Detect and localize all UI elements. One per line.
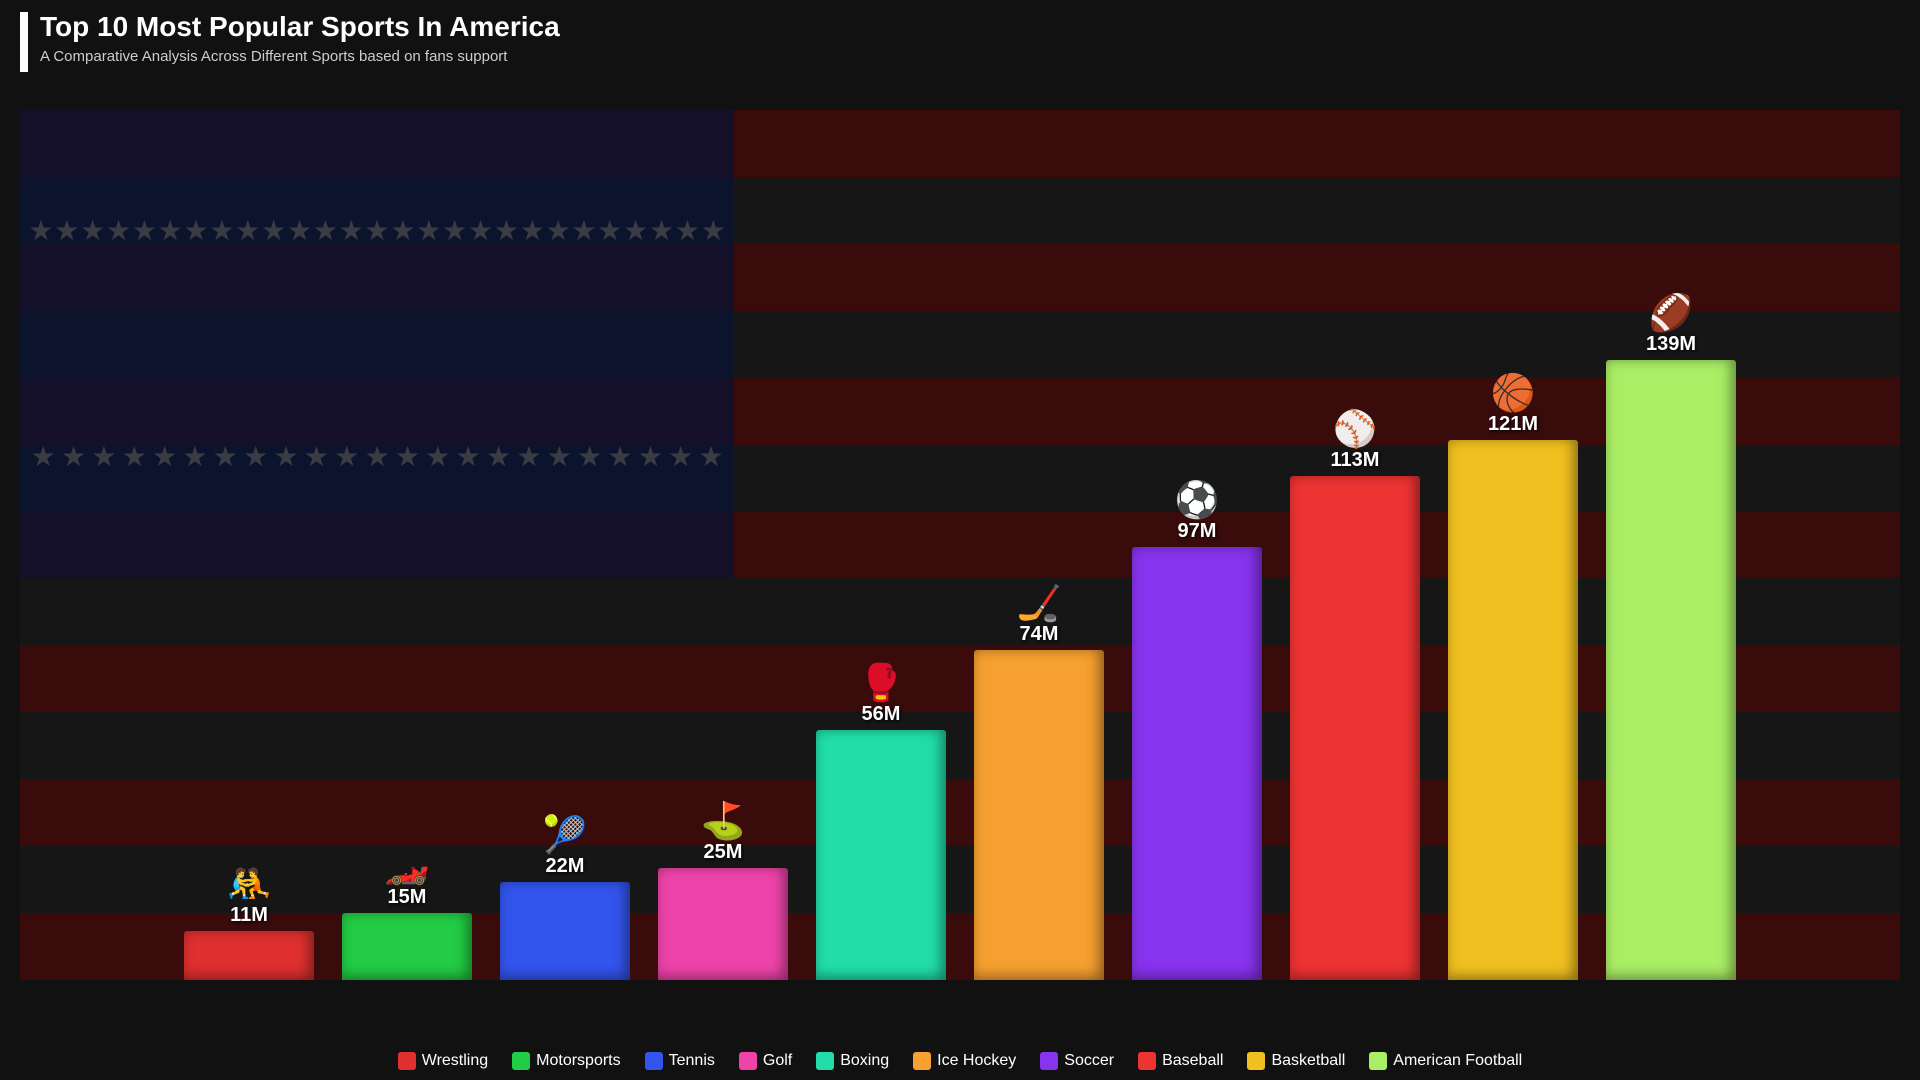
chart-subtitle: A Comparative Analysis Across Different … xyxy=(40,48,560,65)
bar-icon-tennis: 🎾 xyxy=(543,817,588,853)
bar-wrestling xyxy=(184,931,314,980)
bar-label-icehockey: 🏒74M xyxy=(1017,585,1062,646)
bar-value-wrestling: 11M xyxy=(230,904,268,927)
bar-value-motorsports: 15M xyxy=(388,886,427,909)
bar-motorsports xyxy=(342,913,472,980)
legend-color-motorsports xyxy=(512,1052,530,1070)
legend-label-icehockey: Ice Hockey xyxy=(937,1052,1016,1070)
bar-label-baseball: ⚾113M xyxy=(1331,411,1380,472)
bar-group-wrestling: 🤼11M xyxy=(184,931,314,980)
bar-value-golf: 25M xyxy=(704,841,743,864)
legend-item-golf: Golf xyxy=(739,1052,792,1070)
legend-label-americanfootball: American Football xyxy=(1393,1052,1522,1070)
bar-value-boxing: 56M xyxy=(862,703,901,726)
bar-value-tennis: 22M xyxy=(546,855,585,878)
bar-value-basketball: 121M xyxy=(1488,413,1538,436)
bar-group-tennis: 🎾22M xyxy=(500,882,630,980)
bar-label-motorsports: 🏎️15M xyxy=(385,848,430,909)
bar-group-basketball: 🏀121M xyxy=(1448,440,1578,980)
bar-icon-basketball: 🏀 xyxy=(1491,375,1536,411)
legend-label-baseball: Baseball xyxy=(1162,1052,1223,1070)
bars-container: 🤼11M🏎️15M🎾22M⛳25M🥊56M🏒74M⚽97M⚾113M🏀121M🏈… xyxy=(20,110,1900,980)
bar-value-soccer: 97M xyxy=(1178,520,1217,543)
bar-icon-icehockey: 🏒 xyxy=(1017,585,1062,621)
bar-label-soccer: ⚽97M xyxy=(1175,482,1220,543)
header-accent-bar xyxy=(20,12,28,72)
bar-group-soccer: ⚽97M xyxy=(1132,547,1262,980)
legend-label-boxing: Boxing xyxy=(840,1052,889,1070)
bar-label-tennis: 🎾22M xyxy=(543,817,588,878)
bar-icon-soccer: ⚽ xyxy=(1175,482,1220,518)
bar-boxing xyxy=(816,730,946,980)
chart-area: ★★★★★★★★★★★★★★★★★★★★★★★★★★★★★★★★★★★★★★★★… xyxy=(20,110,1900,980)
bar-group-motorsports: 🏎️15M xyxy=(342,913,472,980)
bar-group-icehockey: 🏒74M xyxy=(974,650,1104,980)
legend-item-boxing: Boxing xyxy=(816,1052,889,1070)
legend-color-basketball xyxy=(1247,1052,1265,1070)
bar-group-americanfootball: 🏈139M xyxy=(1606,360,1736,980)
bar-icon-americanfootball: 🏈 xyxy=(1649,295,1694,331)
bar-baseball xyxy=(1290,476,1420,980)
legend-color-tennis xyxy=(645,1052,663,1070)
bar-group-boxing: 🥊56M xyxy=(816,730,946,980)
bar-icon-wrestling: 🤼 xyxy=(227,866,272,902)
legend: Wrestling Motorsports Tennis Golf Boxing Ice … xyxy=(0,1052,1920,1070)
legend-color-golf xyxy=(739,1052,757,1070)
legend-item-americanfootball: American Football xyxy=(1369,1052,1522,1070)
legend-color-icehockey xyxy=(913,1052,931,1070)
bar-icehockey xyxy=(974,650,1104,980)
bar-label-golf: ⛳25M xyxy=(701,803,746,864)
bar-golf xyxy=(658,868,788,980)
legend-label-basketball: Basketball xyxy=(1271,1052,1345,1070)
chart-title: Top 10 Most Popular Sports In America xyxy=(40,10,560,44)
legend-color-wrestling xyxy=(398,1052,416,1070)
legend-color-americanfootball xyxy=(1369,1052,1387,1070)
legend-item-basketball: Basketball xyxy=(1247,1052,1345,1070)
header-text: Top 10 Most Popular Sports In America A … xyxy=(40,10,560,65)
bar-value-americanfootball: 139M xyxy=(1646,333,1696,356)
bar-label-basketball: 🏀121M xyxy=(1488,375,1538,436)
bar-tennis xyxy=(500,882,630,980)
bar-americanfootball xyxy=(1606,360,1736,980)
header: Top 10 Most Popular Sports In America A … xyxy=(20,10,560,72)
legend-label-motorsports: Motorsports xyxy=(536,1052,620,1070)
bar-label-wrestling: 🤼11M xyxy=(227,866,272,927)
bar-basketball xyxy=(1448,440,1578,980)
bar-soccer xyxy=(1132,547,1262,980)
legend-label-golf: Golf xyxy=(763,1052,792,1070)
bar-label-americanfootball: 🏈139M xyxy=(1646,295,1696,356)
bar-group-baseball: ⚾113M xyxy=(1290,476,1420,980)
bar-label-boxing: 🥊56M xyxy=(859,665,904,726)
bar-icon-baseball: ⚾ xyxy=(1333,411,1378,447)
legend-item-soccer: Soccer xyxy=(1040,1052,1114,1070)
legend-label-tennis: Tennis xyxy=(669,1052,715,1070)
bar-icon-boxing: 🥊 xyxy=(859,665,904,701)
legend-item-icehockey: Ice Hockey xyxy=(913,1052,1016,1070)
legend-item-tennis: Tennis xyxy=(645,1052,715,1070)
legend-label-soccer: Soccer xyxy=(1064,1052,1114,1070)
bar-icon-motorsports: 🏎️ xyxy=(385,848,430,884)
legend-label-wrestling: Wrestling xyxy=(422,1052,488,1070)
legend-color-boxing xyxy=(816,1052,834,1070)
legend-item-wrestling: Wrestling xyxy=(398,1052,488,1070)
legend-item-motorsports: Motorsports xyxy=(512,1052,620,1070)
legend-item-baseball: Baseball xyxy=(1138,1052,1223,1070)
bar-icon-golf: ⛳ xyxy=(701,803,746,839)
bar-group-golf: ⛳25M xyxy=(658,868,788,980)
legend-color-baseball xyxy=(1138,1052,1156,1070)
bar-value-icehockey: 74M xyxy=(1020,623,1059,646)
legend-color-soccer xyxy=(1040,1052,1058,1070)
bar-value-baseball: 113M xyxy=(1331,449,1380,472)
